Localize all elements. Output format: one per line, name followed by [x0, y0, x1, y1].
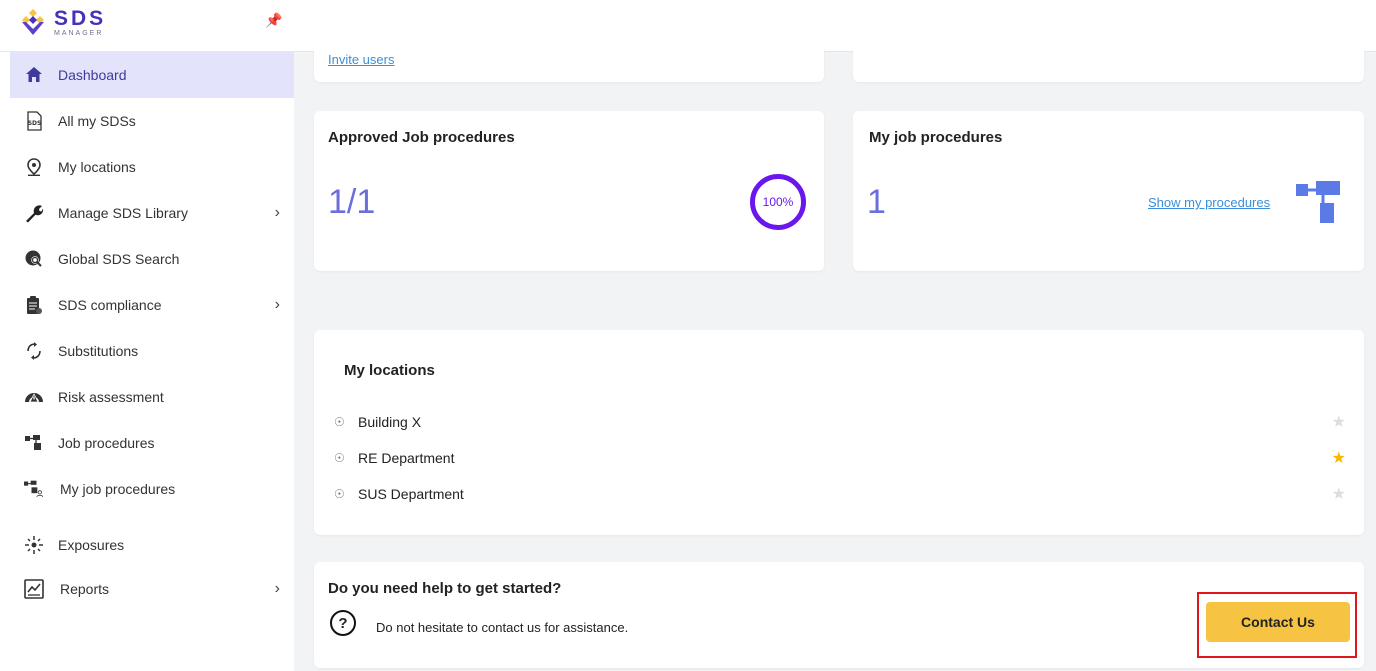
my-locations-card: My locations ☉ Building X ★ ☉ RE Departm… — [314, 330, 1364, 535]
invite-users-link[interactable]: Invite users — [328, 52, 394, 67]
exposure-icon — [24, 535, 44, 555]
sidebar-item-global-sds-search[interactable]: Global SDS Search — [10, 236, 294, 282]
location-item-building-x[interactable]: ☉ Building X ★ — [334, 404, 1352, 440]
sidebar-item-sds-compliance[interactable]: SDS compliance › — [10, 282, 294, 328]
sidebar-item-my-locations[interactable]: My locations — [10, 144, 294, 190]
progress-ring: 100% — [750, 174, 806, 230]
sidebar-item-label: All my SDSs — [58, 113, 136, 129]
sidebar-item-label: My locations — [58, 159, 136, 175]
sidebar-item-exposures[interactable]: Exposures — [10, 522, 294, 568]
sidebar-item-risk-assessment[interactable]: Risk assessment — [10, 374, 294, 420]
location-pin-icon: ☉ — [334, 451, 345, 465]
sidebar-item-label: Substitutions — [58, 343, 139, 359]
highlight-box — [1197, 592, 1357, 658]
clipboard-icon — [24, 295, 44, 315]
sidebar: Dashboard SDS All my SDSs My locations M… — [0, 52, 294, 671]
logo-subtitle: MANAGER — [54, 29, 104, 37]
sidebar-item-dashboard[interactable]: Dashboard — [10, 52, 294, 98]
logo-title: SDS — [54, 6, 107, 30]
show-my-procedures-link[interactable]: Show my procedures — [1148, 195, 1270, 210]
help-text: Do not hesitate to contact us for assist… — [376, 620, 629, 635]
sidebar-item-label: Global SDS Search — [58, 251, 180, 267]
sidebar-item-label: Exposures — [58, 537, 125, 553]
location-pin-icon: ☉ — [334, 487, 345, 501]
progress-percent: 100% — [762, 195, 794, 209]
chevron-right-icon: › — [274, 580, 280, 597]
wrench-icon — [24, 203, 44, 223]
pin-icon[interactable]: 📌 — [265, 12, 282, 29]
sidebar-item-label: My job procedures — [60, 481, 176, 497]
flowchart-icon — [1296, 181, 1340, 223]
sidebar-item-label: Risk assessment — [58, 389, 164, 405]
sidebar-item-job-procedures[interactable]: Job procedures — [10, 420, 294, 466]
sidebar-item-all-my-sdss[interactable]: SDS All my SDSs — [10, 98, 294, 144]
approved-job-procedures-card: Approved Job procedures 1/1 100% — [314, 111, 824, 271]
help-title: Do you need help to get started? — [328, 580, 562, 597]
location-label: RE Department — [358, 450, 455, 466]
sidebar-item-my-job-procedures[interactable]: My job procedures — [10, 466, 294, 512]
sidebar-item-label: Job procedures — [58, 435, 155, 451]
sidebar-item-label: Manage SDS Library — [58, 205, 188, 221]
top-right-card — [853, 42, 1364, 82]
users-card: Invite users — [314, 42, 824, 82]
refresh-icon — [24, 341, 44, 361]
chevron-right-icon: › — [274, 296, 280, 313]
location-item-re-department[interactable]: ☉ RE Department ★ — [334, 440, 1352, 476]
star-icon[interactable]: ★ — [1332, 448, 1346, 468]
sidebar-item-label: Reports — [60, 581, 110, 597]
flowchart-icon — [24, 433, 44, 453]
chevron-right-icon: › — [274, 204, 280, 221]
sds-manager-logo[interactable]: SDS MANAGER — [18, 7, 106, 37]
location-item-sus-department[interactable]: ☉ SUS Department ★ — [334, 476, 1352, 512]
sds-doc-icon: SDS — [24, 111, 44, 131]
location-pin-icon: ☉ — [334, 415, 345, 429]
my-procedures-count: 1 — [867, 183, 886, 221]
user-flowchart-icon — [24, 479, 44, 499]
star-icon[interactable]: ★ — [1332, 484, 1346, 504]
location-label: Building X — [358, 414, 422, 430]
sidebar-item-label: SDS compliance — [58, 297, 162, 313]
sidebar-item-reports[interactable]: Reports › — [10, 566, 294, 612]
logo-diamond-icon — [22, 9, 44, 35]
approved-job-procedures-title: Approved Job procedures — [328, 129, 515, 146]
location-label: SUS Department — [358, 486, 464, 502]
sidebar-item-substitutions[interactable]: Substitutions — [10, 328, 294, 374]
sidebar-item-label: Dashboard — [58, 67, 127, 83]
star-icon[interactable]: ★ — [1332, 412, 1346, 432]
my-job-procedures-card: My job procedures 1 Show my procedures — [853, 111, 1364, 271]
question-icon: ? — [330, 610, 356, 636]
my-job-procedures-title: My job procedures — [869, 129, 1003, 146]
approved-count: 1/1 — [328, 183, 376, 221]
gauge-warning-icon — [24, 387, 44, 407]
home-icon — [24, 65, 44, 85]
globe-search-icon — [24, 249, 44, 269]
sidebar-item-manage-sds-library[interactable]: Manage SDS Library › — [10, 190, 294, 236]
chart-report-icon — [24, 579, 44, 599]
location-pin-icon — [24, 157, 44, 177]
my-locations-title: My locations — [344, 362, 435, 379]
svg-text:SDS: SDS — [28, 120, 42, 127]
